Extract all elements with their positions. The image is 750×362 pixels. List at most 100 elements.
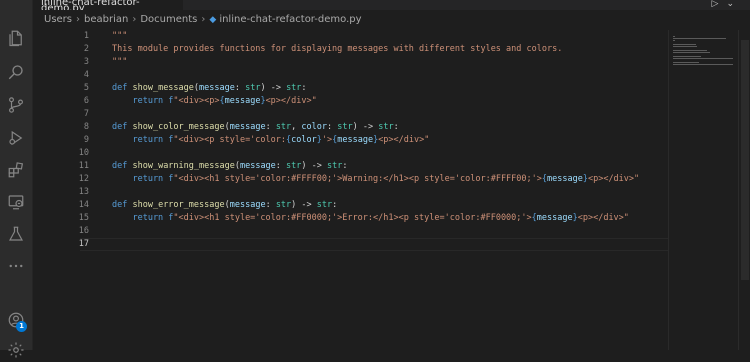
code-line[interactable]: 11 def show_warning_message(message: str)… <box>33 160 668 173</box>
code-token: ) -> <box>291 200 317 210</box>
settings-gear-icon[interactable] <box>4 338 28 362</box>
line-number: 7 <box>83 109 89 119</box>
minimap-line <box>673 62 699 63</box>
activity-bar: 1 <box>0 0 33 358</box>
chevron-right-icon: › <box>132 14 137 25</box>
more-icon[interactable] <box>4 254 28 278</box>
breadcrumb-item-file[interactable]: inline-chat-refactor-demo.py <box>219 14 361 25</box>
minimap-line <box>673 44 696 45</box>
code-line[interactable]: 3 """ <box>33 56 668 69</box>
code-token: def <box>112 83 133 93</box>
code-token: color <box>301 122 328 132</box>
code-token: color <box>291 135 317 145</box>
code-token: """ <box>112 31 128 41</box>
code-line[interactable]: 17 <box>33 238 668 251</box>
code-token: ) -> <box>352 122 379 132</box>
minimap-line <box>673 36 675 37</box>
code-token: """ <box>112 57 128 67</box>
run-file-icon[interactable]: ▷ <box>712 0 719 10</box>
line-number: 9 <box>83 135 89 145</box>
code-line[interactable]: 9 return f"<div><p style='color:{color}'… <box>33 134 668 147</box>
code-line[interactable]: 15 return f"<div><h1 style='color:#FF000… <box>33 212 668 225</box>
code-token: '> <box>321 135 333 145</box>
minimap-line <box>673 52 710 53</box>
code-token: <p></div>" <box>577 213 629 223</box>
code-token: message <box>224 96 261 106</box>
chevron-right-icon: › <box>201 14 206 25</box>
code-token: ) -> <box>301 161 327 171</box>
code-line[interactable]: 1 """ <box>33 30 668 43</box>
testing-icon[interactable] <box>4 222 28 246</box>
files-icon[interactable] <box>4 26 28 50</box>
code-token: "<div><p style='color: <box>173 135 287 145</box>
search-icon[interactable] <box>4 60 28 84</box>
code-line[interactable]: 12 return f"<div><h1 style='color:#FFFF0… <box>33 173 668 186</box>
code-editor[interactable]: 1 """ 2 This module provides functions for … <box>33 30 668 350</box>
code-token: str <box>337 122 353 132</box>
code-line[interactable]: 16 <box>33 225 668 238</box>
code-token: message <box>199 83 235 93</box>
code-text: return f"<div><h1 style='color:#FF0000;'… <box>112 212 629 225</box>
line-number: 11 <box>78 161 89 171</box>
code-line[interactable]: 10 <box>33 147 668 160</box>
accounts-badge: 1 <box>16 321 27 332</box>
run-debug-icon[interactable] <box>4 126 28 150</box>
line-number: 14 <box>78 200 89 210</box>
accounts-icon[interactable]: 1 <box>4 308 28 332</box>
breadcrumb-item-users[interactable]: Users <box>44 14 72 25</box>
minimap-line <box>673 58 733 59</box>
minimap[interactable] <box>668 30 739 350</box>
editor-tab[interactable]: inline-chat-refactor-demo.py <box>33 0 183 10</box>
code-token: message <box>229 122 266 132</box>
code-token: str <box>275 122 292 132</box>
code-line[interactable]: 6 return f"<div><p>{message}<p></div>" <box>33 95 668 108</box>
line-number: 3 <box>83 57 89 67</box>
code-token: str <box>316 200 333 210</box>
code-token: def <box>112 161 133 171</box>
code-token: str <box>245 83 261 93</box>
breadcrumb-item-beabrian[interactable]: beabrian <box>84 14 128 25</box>
minimap-line <box>673 40 675 41</box>
code-line[interactable]: 8 def show_color_message(message: str, co… <box>33 121 668 134</box>
chevron-down-icon[interactable]: ⌄ <box>726 0 734 10</box>
code-token: "<div><h1 style='color:#FF0000;'>Error:<… <box>173 213 532 223</box>
source-control-icon[interactable] <box>4 93 28 117</box>
chevron-right-icon: › <box>76 14 81 25</box>
tab-bar: inline-chat-refactor-demo.py ▷ ⌄ <box>33 0 750 10</box>
minimap-line <box>673 46 697 47</box>
breadcrumb-item-documents[interactable]: Documents <box>140 14 197 25</box>
minimap-line <box>673 50 707 51</box>
code-token: message <box>229 200 266 210</box>
code-token: str <box>286 161 302 171</box>
code-text: """ <box>112 56 127 69</box>
code-token: str <box>378 122 394 132</box>
code-token: This module provides functions for displ… <box>112 44 563 54</box>
code-token: <p></div>" <box>587 174 640 184</box>
code-line[interactable]: 2 This module provides functions for disp… <box>33 43 668 56</box>
line-number: 4 <box>83 70 89 80</box>
code-token: "<div><p> <box>173 96 220 106</box>
code-token: show_color_message <box>132 122 225 132</box>
code-token: <p></div>" <box>265 96 317 106</box>
vertical-scrollbar[interactable] <box>738 30 750 350</box>
line-number: 2 <box>83 44 89 54</box>
code-text: def show_color_message(message: str, col… <box>112 121 399 134</box>
line-number: 1 <box>83 31 89 41</box>
line-number: 15 <box>78 213 89 223</box>
code-text: """ <box>112 30 127 43</box>
scrollbar-thumb[interactable] <box>741 40 749 280</box>
code-token: : <box>265 200 276 210</box>
minimap-line <box>673 64 733 65</box>
code-line[interactable]: 7 <box>33 108 668 121</box>
code-token: message <box>536 213 573 223</box>
remote-explorer-icon[interactable] <box>4 190 28 214</box>
extensions-icon[interactable] <box>4 158 28 182</box>
code-line[interactable]: 14 def show_error_message(message: str) -… <box>33 199 668 212</box>
code-line[interactable]: 5 def show_message(message: str) -> str: <box>33 82 668 95</box>
code-token: def <box>112 122 133 132</box>
minimap-line <box>673 38 726 39</box>
code-line[interactable]: 13 <box>33 186 668 199</box>
code-text: return f"<div><p style='color:{color}'>{… <box>112 134 429 147</box>
line-number: 5 <box>83 83 89 93</box>
code-line[interactable]: 4 <box>33 69 668 82</box>
